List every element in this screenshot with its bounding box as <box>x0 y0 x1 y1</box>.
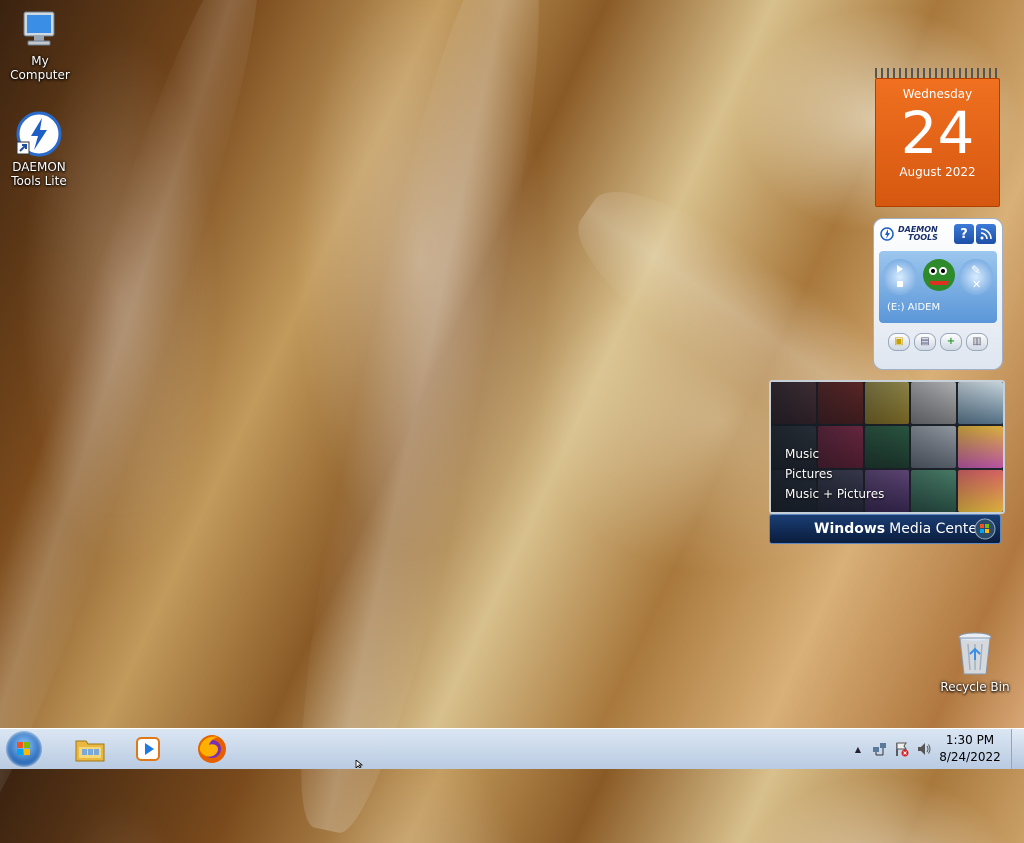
calendar-page: Wednesday 24 August 2022 <box>875 78 1000 207</box>
media-center-launch-bar[interactable]: Windows Media Center <box>769 514 1001 544</box>
desktop-icon-recycle-bin[interactable]: Recycle Bin <box>935 630 1015 694</box>
mounted-drive-label: (E:) AIDEM <box>887 302 941 313</box>
mouse-cursor-icon <box>355 760 364 768</box>
recycle-bin-icon <box>958 632 992 675</box>
daemon-tools-icon <box>16 111 62 157</box>
network-icon[interactable] <box>872 741 888 757</box>
start-button[interactable] <box>6 731 42 767</box>
taskbar-clock[interactable]: 1:30 PM 8/24/2022 <box>935 732 1005 766</box>
windows-logo-icon <box>17 742 30 755</box>
wrench-icon: ✎ <box>971 263 982 277</box>
brand-rest: Media Center <box>889 521 983 537</box>
system-tray: ▲ 1:30 PM 8/24/2022 <box>847 729 1024 769</box>
play-stop-control[interactable] <box>883 259 917 295</box>
media-center-menu: Music Pictures Music + Pictures <box>785 444 884 504</box>
taskbar: ▲ 1:30 PM 8/24/2022 <box>0 728 1024 769</box>
desktop-icon-my-computer[interactable]: My Computer <box>0 8 80 82</box>
media-player-icon <box>136 737 160 761</box>
clock-time: 1:30 PM <box>945 733 995 747</box>
desktop-icon-label: Recycle Bin <box>940 680 1010 694</box>
action-center-flag-icon[interactable] <box>894 741 910 757</box>
desktop-icon-label: DAEMON <box>12 160 66 174</box>
daemon-logo-icon <box>880 227 894 241</box>
media-center-gadget[interactable]: Music Pictures Music + Pictures <box>769 380 1005 514</box>
daemon-gadget-header: DAEMON TOOLS ? <box>874 219 1002 249</box>
menu-item-pictures[interactable]: Pictures <box>785 464 884 484</box>
rss-button[interactable] <box>976 224 996 244</box>
computer-icon <box>23 11 55 46</box>
folder-icon <box>75 740 105 762</box>
desktop-icon-daemon-tools-lite[interactable]: DAEMON Tools Lite <box>0 110 79 188</box>
settings-control[interactable]: ✎ ✕ <box>959 259 993 295</box>
daemon-mascot-icon <box>923 259 955 291</box>
rss-icon <box>980 228 992 240</box>
daemon-toolbar: ▣ ▤ + ▥ <box>874 333 1002 351</box>
calendar-weekday: Wednesday <box>902 87 973 101</box>
taskbar-windows-explorer[interactable] <box>68 732 112 766</box>
clock-date: 8/24/2022 <box>939 750 1001 764</box>
help-button[interactable]: ? <box>954 224 974 244</box>
calendar-day-number: 24 <box>900 99 975 167</box>
menu-item-music[interactable]: Music <box>785 444 884 464</box>
taskbar-firefox[interactable] <box>190 732 234 766</box>
desktop-icon-label: Tools Lite <box>11 174 67 188</box>
calendar-month-year: August 2022 <box>899 165 976 179</box>
daemon-logo-text: DAEMON TOOLS <box>898 225 938 242</box>
show-desktop-button[interactable] <box>1011 729 1024 769</box>
windows-orb-icon <box>974 518 996 540</box>
stop-icon <box>897 281 903 287</box>
brand-bold: Windows <box>814 521 886 537</box>
taskbar-windows-media-player[interactable] <box>126 732 170 766</box>
play-icon <box>897 265 903 273</box>
daemon-tools-gadget[interactable]: DAEMON TOOLS ? ✎ ✕ (E:) AIDEM ▣ ▤ + ▥ <box>873 218 1003 370</box>
wallpaper-highlight <box>267 0 573 843</box>
menu-item-music-pictures[interactable]: Music + Pictures <box>785 484 884 504</box>
volume-icon[interactable] <box>916 741 932 757</box>
mount-image-button[interactable]: ▣ <box>888 333 910 351</box>
add-drive-button[interactable]: ▤ <box>914 333 936 351</box>
desktop-icon-label: My Computer <box>10 54 70 82</box>
calendar-rings <box>875 68 1000 78</box>
show-hidden-icons-button[interactable]: ▲ <box>850 741 866 757</box>
remove-drive-button[interactable]: ▥ <box>966 333 988 351</box>
add-image-button[interactable]: + <box>940 333 962 351</box>
virtual-drive-panel: ✎ ✕ (E:) AIDEM <box>879 251 997 323</box>
unmount-icon: ✕ <box>972 278 982 291</box>
firefox-icon <box>198 735 226 763</box>
calendar-gadget[interactable]: Wednesday 24 August 2022 <box>875 68 1000 207</box>
